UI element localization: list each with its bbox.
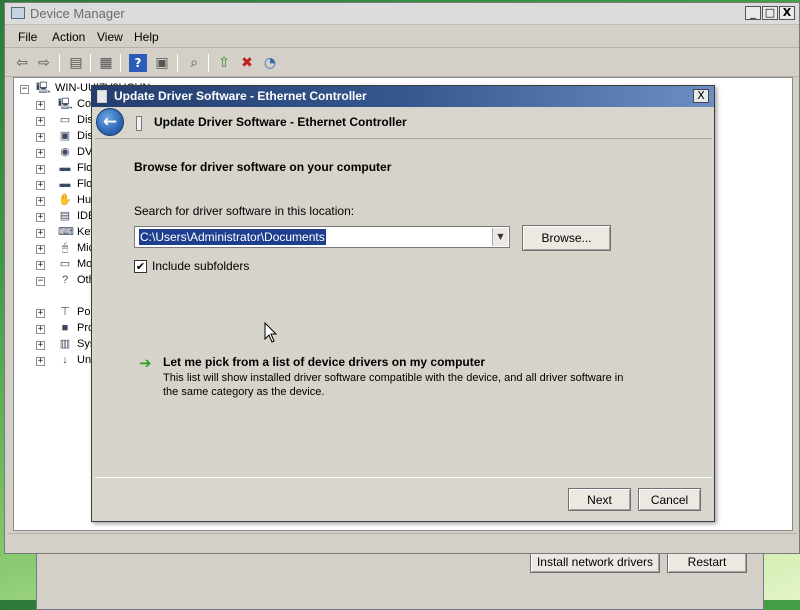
expand-icon[interactable]: + (36, 149, 45, 158)
expand-icon[interactable]: + (36, 309, 45, 318)
computer-icon: 🖳 (36, 82, 51, 94)
expand-icon[interactable]: + (36, 229, 45, 238)
toolbar-separator (59, 54, 60, 72)
usb-icon: ↓ (62, 354, 68, 366)
processor-icon: ■ (61, 322, 69, 334)
toolbar-separator (90, 54, 91, 72)
wizard-header: ← Update Driver Software - Ethernet Cont… (92, 107, 714, 137)
floppy-icon: ▬ (59, 162, 71, 174)
collapse-icon[interactable]: − (36, 277, 45, 286)
wizard-heading: Browse for driver software on your compu… (134, 160, 392, 174)
mouse-cursor-icon (264, 322, 278, 343)
toolbar-separator (120, 54, 121, 72)
expand-icon[interactable]: + (36, 117, 45, 126)
menubar: File Action View Help (5, 26, 799, 48)
system-icon: ▥ (59, 338, 71, 350)
wizard-content: Browse for driver software on your compu… (95, 138, 712, 478)
properties-icon[interactable]: ▦ (97, 54, 115, 72)
driver-path-value[interactable]: C:\Users\Administrator\Documents (139, 229, 326, 245)
menu-view[interactable]: View (97, 30, 123, 44)
expand-icon[interactable]: + (36, 101, 45, 110)
pick-from-list-description: This list will show installed driver sof… (163, 372, 624, 398)
display-icon: ▣ (59, 130, 71, 142)
device-icon (136, 116, 142, 131)
expand-icon[interactable]: + (36, 165, 45, 174)
menu-action[interactable]: Action (52, 30, 85, 44)
dvd-icon: ◉ (60, 146, 70, 158)
menu-file[interactable]: File (18, 30, 37, 44)
include-subfolders-checkbox[interactable]: ✔ (134, 260, 147, 273)
cancel-button[interactable]: Cancel (638, 488, 701, 511)
green-arrow-icon[interactable]: ➔ (139, 355, 152, 371)
port-icon: ⊤ (60, 306, 70, 318)
chevron-down-icon[interactable]: ▼ (492, 228, 508, 246)
toolbar-separator (208, 54, 209, 72)
ide-icon: ▤ (59, 210, 71, 222)
floppy-drive-icon: ▬ (59, 178, 71, 190)
expand-icon[interactable]: + (36, 341, 45, 350)
expand-icon[interactable]: + (36, 213, 45, 222)
forward-icon[interactable]: ⇨ (35, 54, 53, 72)
hid-icon: ✋ (58, 194, 72, 206)
device-manager-titlebar[interactable]: Device Manager _ □ X (5, 3, 799, 25)
pick-from-list-link[interactable]: Let me pick from a list of device driver… (163, 355, 485, 369)
driver-path-combobox[interactable]: C:\Users\Administrator\Documents ▼ (134, 226, 510, 248)
wizard-header-title: Update Driver Software - Ethernet Contro… (154, 115, 407, 129)
next-button[interactable]: Next (568, 488, 631, 511)
update-driver-icon[interactable]: ⇧ (215, 54, 233, 72)
help-icon[interactable]: ? (129, 54, 147, 72)
device-manager-title: Device Manager (30, 6, 125, 21)
search-location-label: Search for driver software in this locat… (134, 204, 355, 218)
computer-icon: 🖳 (58, 98, 73, 110)
expand-icon[interactable]: + (36, 181, 45, 190)
expand-icon[interactable]: + (36, 261, 45, 270)
dialog-titlebar[interactable]: Update Driver Software - Ethernet Contro… (92, 86, 714, 107)
back-icon[interactable]: ⇦ (13, 54, 31, 72)
other-devices-icon: ? (61, 274, 69, 286)
show-hide-icon[interactable]: ▤ (67, 54, 85, 72)
back-arrow-icon[interactable]: ← (96, 108, 124, 136)
menu-help[interactable]: Help (134, 30, 159, 44)
browse-button[interactable]: Browse... (522, 225, 611, 251)
minimize-button[interactable]: _ (745, 6, 761, 20)
device-icon (97, 90, 107, 103)
expand-icon[interactable]: + (36, 245, 45, 254)
toolbar: ⇦ ⇨ ▤ ▦ ? ▣ ⌕ ⇧ ✖ ◔ (5, 49, 799, 77)
expand-icon[interactable]: + (36, 133, 45, 142)
maximize-button[interactable]: □ (762, 6, 778, 20)
close-button[interactable]: X (779, 6, 795, 20)
monitor-icon: ▭ (59, 258, 71, 270)
toolbar-separator (177, 54, 178, 72)
status-bar (7, 533, 797, 551)
collapse-icon[interactable]: − (20, 85, 29, 94)
uninstall-icon[interactable]: ✖ (238, 54, 256, 72)
view-icon[interactable]: ▣ (153, 54, 171, 72)
expand-icon[interactable]: + (36, 357, 45, 366)
disable-icon[interactable]: ◔ (261, 54, 279, 72)
scan-icon[interactable]: ⌕ (185, 54, 203, 72)
keyboard-icon: ⌨ (58, 226, 74, 238)
dialog-close-button[interactable]: X (693, 89, 709, 103)
dialog-title: Update Driver Software - Ethernet Contro… (114, 89, 367, 103)
mouse-icon: 🖰 (61, 242, 69, 254)
disk-icon: ▭ (59, 114, 71, 126)
device-manager-app-icon (11, 7, 25, 19)
update-driver-dialog: Update Driver Software - Ethernet Contro… (91, 85, 715, 522)
expand-icon[interactable]: + (36, 197, 45, 206)
include-subfolders-label[interactable]: Include subfolders (152, 259, 249, 273)
expand-icon[interactable]: + (36, 325, 45, 334)
